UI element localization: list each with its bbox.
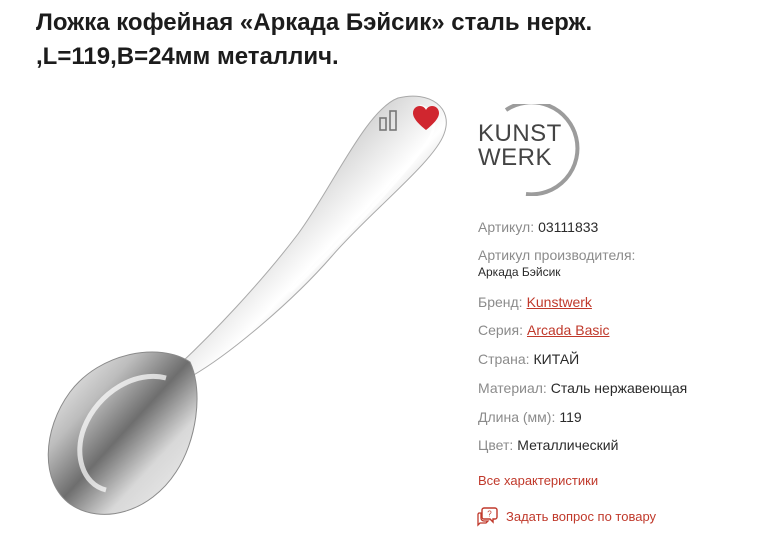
spec-label: Цвет:	[478, 437, 514, 453]
series-link[interactable]: Arcada Basic	[527, 322, 609, 338]
spoon-image	[47, 95, 447, 515]
brand-logo-line-1: KUNST	[478, 120, 562, 147]
product-title-line-1: Ложка кофейная «Аркада Бэйсик» сталь нер…	[36, 9, 593, 36]
spec-value: КИТАЙ	[533, 351, 580, 367]
spec-length: Длина (мм): 119	[478, 409, 582, 425]
spec-value: Аркада Бэйсик	[478, 265, 561, 279]
ask-question-label: Задать вопрос по товару	[506, 508, 657, 524]
spec-manufacturer-article: Артикул производителя: Аркада Бэйсик	[478, 247, 635, 279]
spec-article: Артикул: 03111833	[478, 219, 598, 235]
brand-logo[interactable]: KUNST WERK	[476, 104, 588, 196]
spec-label: Артикул:	[478, 219, 535, 235]
spec-value: Сталь нержавеющая	[550, 380, 688, 396]
spec-label: Материал:	[478, 380, 547, 396]
brand-logo-line-2: WERK	[478, 144, 552, 171]
compare-bars-icon	[379, 110, 397, 131]
spec-country: Страна: КИТАЙ	[478, 351, 579, 367]
spec-label: Серия:	[478, 322, 523, 338]
spec-color: Цвет: Металлический	[478, 437, 618, 453]
ask-question-link[interactable]: ? Задать вопрос по товару	[476, 505, 656, 527]
spec-label: Бренд:	[478, 294, 523, 310]
spec-label: Длина (мм):	[478, 409, 556, 425]
spec-value: 03111833	[538, 219, 599, 235]
spec-series: Серия: Arcada Basic	[478, 322, 609, 338]
compare-button[interactable]	[377, 108, 403, 132]
favorite-button[interactable]	[412, 105, 440, 133]
product-image[interactable]	[40, 92, 460, 532]
product-title: Ложка кофейная «Аркада Бэйсик» сталь нер…	[36, 6, 736, 74]
spec-material: Материал: Сталь нержавеющая	[478, 380, 687, 396]
spec-label: Артикул производителя:	[478, 247, 636, 263]
brand-link[interactable]: Kunstwerk	[527, 294, 592, 310]
all-characteristics-link[interactable]: Все характеристики	[478, 473, 598, 488]
chat-question-icon: ?	[476, 505, 498, 527]
spec-value: Металлический	[517, 437, 619, 453]
spec-label: Страна:	[478, 351, 530, 367]
spec-value: 119	[559, 409, 582, 425]
svg-text:?: ?	[487, 510, 492, 519]
brand-logo-text: KUNST WERK	[478, 122, 562, 170]
product-title-line-2: ,L=119,B=24мм металлич.	[36, 43, 339, 70]
heart-icon	[413, 106, 439, 130]
spec-brand: Бренд: Kunstwerk	[478, 294, 592, 310]
